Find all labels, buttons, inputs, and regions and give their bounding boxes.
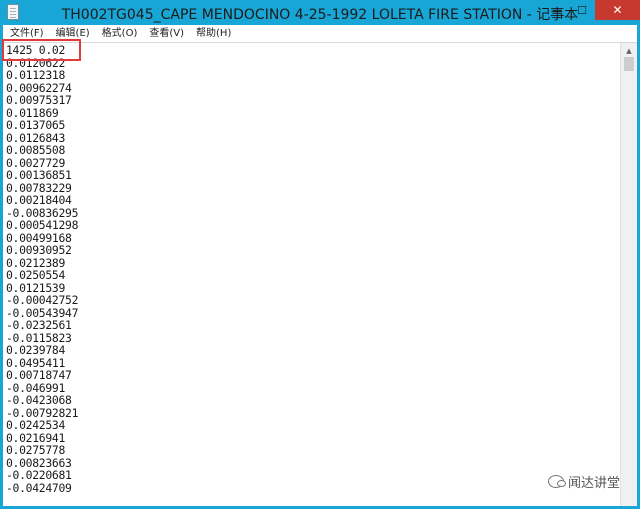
text-line: 0.00823663 [6,455,72,470]
menu-help[interactable]: 帮助(H) [189,25,236,42]
close-button[interactable]: ✕ [595,0,640,20]
minimize-button[interactable]: — [543,0,569,20]
text-line: 0.0137065 [6,118,66,132]
text-line: 0.000541298 [6,218,79,232]
text-line: 0.011869 [6,105,59,120]
scroll-thumb[interactable] [624,57,634,71]
text-line: -0.0232561 [6,318,72,332]
text-line: 0.00136851 [6,168,72,182]
title-bar[interactable]: TH002TG045_CAPE MENDOCINO 4-25-1992 LOLE… [0,0,640,25]
text-line: 0.0126843 [6,130,66,145]
text-line: 0.00962274 [6,80,72,95]
text-line: 0.0239784 [6,343,66,357]
text-line: -0.0424709 [6,480,72,495]
text-line: 0.0085508 [6,143,66,157]
text-line: 0.0027729 [6,155,66,170]
text-line: 0.00783229 [6,180,72,195]
text-line: -0.00042752 [6,293,79,307]
text-line: -0.00836295 [6,205,79,220]
text-editor[interactable]: 1425 0.02 0.0120622 0.0112318 0.00962274 0.0… [3,42,637,506]
text-line: 0.00930952 [6,243,72,257]
text-line: -0.00792821 [6,405,79,420]
watermark: 闻达讲堂 [547,472,620,491]
text-line: 0.0242534 [6,418,66,432]
notepad-window: TH002TG045_CAPE MENDOCINO 4-25-1992 LOLE… [0,0,640,509]
maximize-button[interactable]: ☐ [569,0,595,20]
wechat-icon [547,475,566,488]
text-line: -0.0423068 [6,393,72,407]
menu-bar: 文件(F) 编辑(E) 格式(O) 查看(V) 帮助(H) [3,25,637,42]
text-line: -0.0115823 [6,330,72,345]
text-line: 0.0121539 [6,280,66,295]
vertical-scrollbar[interactable]: ▲ [620,43,637,506]
text-line: 0.00218404 [6,193,72,207]
menu-format[interactable]: 格式(O) [95,25,143,42]
highlight-annotation [2,39,81,61]
text-line: -0.046991 [6,380,66,395]
text-line: 0.00499168 [6,230,72,245]
text-line: 0.0120622 [6,55,66,70]
text-line: 0.0495411 [6,355,66,370]
text-line: -0.00543947 [6,305,79,320]
menu-view[interactable]: 查看(V) [142,25,189,42]
text-line: 0.0216941 [6,430,66,445]
text-line: 0.00975317 [6,93,72,107]
text-line: 0.0212389 [6,255,66,270]
watermark-text: 闻达讲堂 [567,476,620,491]
window-controls: — ☐ ✕ [543,0,640,20]
text-line: 0.00718747 [6,368,72,382]
text-line: 0.0250554 [6,268,66,282]
text-line: -0.0220681 [6,468,72,482]
document-text[interactable]: 1425 0.02 0.0120622 0.0112318 0.00962274 0.0… [6,44,616,494]
text-line: 1425 0.02 [6,43,66,57]
text-line: 0.0275778 [6,443,66,457]
text-line: 0.0112318 [6,68,66,82]
